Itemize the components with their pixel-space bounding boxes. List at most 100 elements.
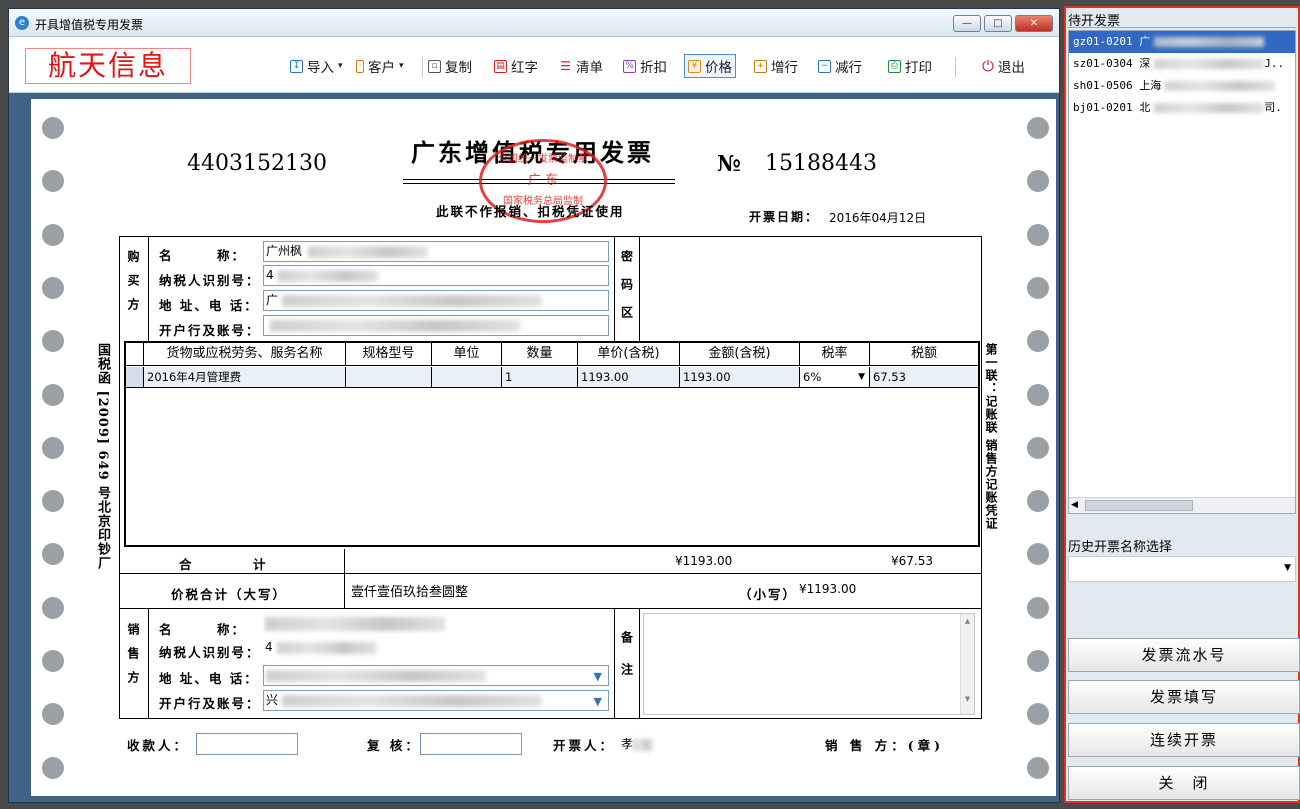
chevron-down-icon: ▼	[858, 372, 865, 382]
add-row-button[interactable]: + 增行	[751, 54, 801, 78]
grand-total-label: 价税合计（大写）	[171, 587, 288, 602]
scroll-down-icon: ▼	[964, 695, 971, 703]
list-item[interactable]: sh01-0506 上海	[1069, 75, 1295, 97]
scroll-left-icon: ◀	[1071, 500, 1078, 510]
total-amount: ¥1193.00	[675, 554, 733, 568]
app-icon: e	[15, 16, 29, 30]
window-title: 开具增值税专用发票	[35, 18, 144, 32]
punch-hole	[42, 330, 64, 353]
total-row: 合 计 ¥1193.00 ¥67.53	[119, 549, 982, 574]
discount-button[interactable]: % 折扣	[620, 54, 670, 78]
invoice-number: 15188443	[765, 151, 877, 176]
cell-unit[interactable]	[432, 367, 502, 387]
close-button[interactable]: ✕	[1015, 15, 1053, 32]
seller-address-label: 地 址、电 话：	[159, 671, 259, 686]
seller-name-label: 名 称：	[159, 622, 247, 637]
history-names-label: 历史开票名称选择	[1068, 540, 1173, 555]
pending-invoices-list[interactable]: gz01-0201 广 sz01-0304 深 J.. sh01-0506 上海 …	[1068, 30, 1296, 514]
payee-field[interactable]	[196, 733, 298, 755]
copy-icon: ▫	[428, 59, 441, 73]
scrollbar-thumb[interactable]	[1085, 500, 1193, 511]
cell-amount[interactable]: 1193.00	[680, 367, 800, 387]
history-names-select[interactable]: ▼	[1068, 556, 1296, 582]
list-button[interactable]: ☰ 清单	[556, 54, 606, 78]
add-row-icon: +	[754, 59, 767, 73]
fill-invoice-button[interactable]: 发票填写	[1068, 680, 1300, 714]
punch-hole	[42, 117, 64, 139]
maximize-button[interactable]: □	[984, 15, 1012, 32]
red-invoice-button[interactable]: ▤ 红字	[491, 54, 541, 78]
buyer-bank-field[interactable]	[263, 315, 609, 336]
cell-unit-price[interactable]: 1193.00	[578, 367, 680, 387]
drawer-value: 孝	[621, 735, 654, 752]
exit-button[interactable]: ⏻ 退出	[979, 54, 1028, 78]
buyer-address-field[interactable]: 广	[263, 290, 609, 311]
print-button[interactable]: ⎙ 打印	[885, 54, 935, 78]
buyer-bank-label: 开户行及账号：	[159, 323, 261, 338]
power-icon: ⏻	[982, 57, 994, 75]
import-icon: ↧	[290, 59, 303, 73]
row-selector[interactable]	[126, 367, 144, 387]
punch-hole	[42, 703, 64, 726]
punch-hole	[42, 276, 64, 299]
divider	[344, 574, 345, 609]
reviewer-field[interactable]	[420, 733, 522, 755]
buyer-name-field[interactable]: 广州枫	[263, 241, 609, 262]
seller-bank-field[interactable]: 兴 ▼	[263, 690, 609, 711]
customer-button[interactable]: · 客户 ▾	[353, 54, 407, 78]
cell-quantity[interactable]: 1	[502, 367, 578, 387]
punch-hole	[42, 170, 64, 193]
buyer-side-cell: 购买方	[119, 236, 149, 341]
price-icon: ¥	[688, 59, 701, 73]
copy-button[interactable]: ▫ 复制	[425, 54, 475, 78]
total-label: 合 计	[179, 557, 272, 572]
title-bar: e 开具增值税专用发票 — □ ✕	[9, 9, 1059, 37]
grand-total-row: 价税合计（大写） 壹仟壹佰玖拾叁圆整 （小写） ¥1193.00	[119, 574, 982, 609]
col-unit: 单位	[432, 343, 502, 365]
drawer-label: 开票人：	[553, 738, 616, 753]
seller-side-label: 销售方	[126, 623, 140, 695]
list-item[interactable]: gz01-0201 广	[1069, 31, 1295, 53]
continuous-issue-button[interactable]: 连续开票	[1068, 723, 1300, 757]
buyer-tax-id-field[interactable]: 4	[263, 265, 609, 286]
punch-hole	[1027, 543, 1049, 566]
buyer-tax-id-label: 纳税人识别号：	[159, 273, 261, 288]
remove-row-button[interactable]: − 减行	[815, 54, 865, 78]
cell-spec[interactable]	[346, 367, 432, 387]
seller-bank-label: 开户行及账号：	[159, 696, 261, 711]
col-tax: 税额	[910, 346, 937, 361]
col-quantity: 数量	[502, 343, 578, 365]
minimize-button[interactable]: —	[953, 15, 981, 32]
punch-hole	[1027, 330, 1049, 353]
punch-hole	[1027, 117, 1049, 139]
table-row[interactable]: 2016年4月管理费 1 1193.00 1193.00 6% ▼ 67.53	[126, 367, 978, 388]
horizontal-scrollbar[interactable]: ◀	[1069, 497, 1295, 513]
copy-note: 第一联：记账联 销售方记账凭证	[984, 343, 998, 531]
seller-tax-id-label: 纳税人识别号：	[159, 645, 261, 660]
remark-textarea[interactable]: ▲ ▼	[643, 613, 975, 715]
cell-tax[interactable]: 67.53	[870, 367, 978, 387]
punch-hole	[1027, 703, 1049, 726]
tax-rate-select[interactable]: 6% ▼	[800, 367, 870, 387]
punch-hole	[1027, 436, 1049, 459]
total-tax: ¥67.53	[891, 554, 933, 568]
seller-address-field[interactable]: ▼	[263, 665, 609, 686]
punch-hole	[1027, 383, 1049, 406]
import-button[interactable]: ↧ 导入 ▾	[287, 54, 346, 78]
punch-hole	[1027, 276, 1049, 299]
grand-total-uppercase: 壹仟壹佰玖拾叁圆整	[351, 585, 469, 600]
price-button[interactable]: ¥ 价格	[684, 54, 736, 78]
punch-hole	[42, 490, 64, 513]
remark-scrollbar[interactable]: ▲ ▼	[960, 614, 974, 714]
punch-hole	[42, 596, 64, 619]
buyer-side-label: 购买方	[126, 250, 140, 322]
cell-goods-name[interactable]: 2016年4月管理费	[144, 367, 346, 387]
reviewer-label: 复 核：	[367, 738, 421, 753]
punch-hole	[1027, 223, 1049, 246]
grand-total-lower-label: （小写）	[739, 587, 798, 602]
list-item[interactable]: sz01-0304 深 J..	[1069, 53, 1295, 75]
list-item[interactable]: bj01-0201 北司.	[1069, 97, 1295, 119]
list-icon: ☰	[560, 58, 571, 73]
serial-number-button[interactable]: 发票流水号	[1068, 638, 1300, 672]
close-panel-button[interactable]: 关 闭	[1068, 766, 1300, 800]
